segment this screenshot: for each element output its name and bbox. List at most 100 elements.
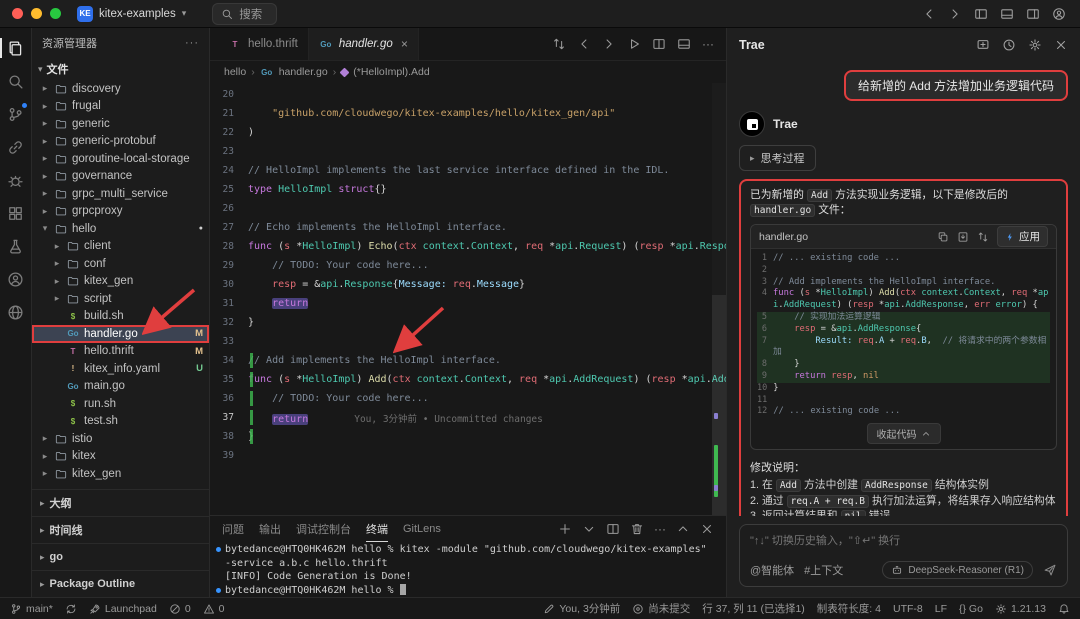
code-editor[interactable]: 2021 "github.com/cloudwego/kitex-example… — [210, 83, 726, 515]
breadcrumb-item[interactable]: (*HelloImpl).Add — [353, 66, 429, 78]
thinking-toggle[interactable]: ▸ 思考过程 — [739, 145, 816, 171]
status-language[interactable]: {} Go — [959, 603, 983, 615]
toggle-panel-icon[interactable] — [1000, 7, 1014, 21]
status-launchpad[interactable]: Launchpad — [89, 603, 157, 615]
tab-handler.go[interactable]: Gohandler.go× — [309, 28, 419, 60]
tree-item-generic[interactable]: ▸generic — [32, 115, 209, 133]
insert-icon[interactable] — [957, 231, 969, 243]
more-icon[interactable]: ··· — [654, 522, 666, 536]
status-errors[interactable]: 0 — [169, 603, 191, 615]
copy-icon[interactable] — [937, 231, 949, 243]
tree-item-hello.thrift[interactable]: Thello.thriftM — [32, 343, 209, 361]
tree-item-hello[interactable]: ▾hello● — [32, 220, 209, 238]
tree-item-kitex_info.yaml[interactable]: !kitex_info.yamlU — [32, 360, 209, 378]
activity-source-control[interactable] — [4, 102, 28, 126]
tree-item-grpcproxy[interactable]: ▸grpcproxy — [32, 203, 209, 221]
panel-tab-GitLens[interactable]: GitLens — [403, 516, 441, 542]
tree-item-grpc_multi_service[interactable]: ▸grpc_multi_service — [32, 185, 209, 203]
section-files[interactable]: ▾ 文件 — [32, 58, 209, 80]
tree-item-conf[interactable]: ▸conf — [32, 255, 209, 273]
breadcrumb-item[interactable]: handler.go — [279, 66, 328, 78]
agent-chip[interactable]: @智能体 — [750, 562, 794, 578]
tree-item-kitex_gen[interactable]: ▸kitex_gen — [32, 465, 209, 483]
project-switcher[interactable]: KE kitex-examples ▾ — [77, 6, 186, 22]
more-actions-icon[interactable]: ··· — [702, 37, 714, 51]
model-selector[interactable]: DeepSeek-Reasoner (R1) — [882, 561, 1033, 579]
close-panel-icon[interactable] — [1054, 38, 1068, 52]
tree-item-goroutine-local-storage[interactable]: ▸goroutine-local-storage — [32, 150, 209, 168]
activity-extensions[interactable] — [4, 201, 28, 225]
zoom-window-button[interactable] — [50, 8, 61, 19]
context-chip[interactable]: #上下文 — [804, 562, 843, 578]
send-icon[interactable] — [1043, 563, 1057, 577]
tree-item-kitex[interactable]: ▸kitex — [32, 448, 209, 466]
forward-icon[interactable] — [602, 37, 616, 51]
activity-testing[interactable] — [4, 234, 28, 258]
account-icon[interactable] — [1052, 7, 1066, 21]
tree-item-handler.go[interactable]: Gohandler.goM — [32, 325, 209, 343]
global-search[interactable]: 搜索 — [212, 3, 277, 25]
tree-item-script[interactable]: ▸script — [32, 290, 209, 308]
panel-tab-输出[interactable]: 输出 — [259, 516, 281, 542]
toggle-sidebar-icon[interactable] — [974, 7, 988, 21]
status-cursor-position[interactable]: 行 37, 列 11 (已选择1) — [702, 601, 805, 616]
settings-icon[interactable] — [1028, 38, 1042, 52]
chat-input[interactable]: "↑↓" 切换历史输入，"⇧↵" 换行 @智能体 #上下文 DeepSeek-R… — [739, 524, 1068, 587]
tree-item-governance[interactable]: ▸governance — [32, 168, 209, 186]
split-editor-icon[interactable] — [652, 37, 666, 51]
status-indent[interactable]: 制表符长度: 4 — [817, 601, 881, 616]
tree-item-test.sh[interactable]: $test.sh — [32, 413, 209, 431]
section-大纲[interactable]: ▸大纲 — [32, 489, 209, 516]
activity-remote[interactable] — [4, 300, 28, 324]
status-branch[interactable]: main* — [10, 603, 53, 615]
tree-item-run.sh[interactable]: $run.sh — [32, 395, 209, 413]
tree-item-kitex_gen[interactable]: ▸kitex_gen — [32, 273, 209, 291]
back-icon[interactable] — [577, 37, 591, 51]
history-back-icon[interactable] — [922, 7, 936, 21]
tree-item-frugal[interactable]: ▸frugal — [32, 98, 209, 116]
status-commit-status[interactable]: 尚未提交 — [632, 601, 690, 616]
activity-references[interactable] — [4, 135, 28, 159]
split-terminal-icon[interactable] — [606, 522, 620, 536]
status-notifications[interactable] — [1058, 603, 1070, 615]
status-eol[interactable]: LF — [935, 603, 947, 615]
apply-button[interactable]: 应用 — [997, 226, 1048, 247]
panel-tab-问题[interactable]: 问题 — [222, 516, 244, 542]
history-icon[interactable] — [1002, 38, 1016, 52]
tree-item-discovery[interactable]: ▸discovery — [32, 80, 209, 98]
maximize-panel-icon[interactable] — [676, 522, 690, 536]
panel-tab-终端[interactable]: 终端 — [366, 516, 388, 542]
activity-run-debug[interactable] — [4, 168, 28, 192]
activity-account[interactable] — [4, 267, 28, 291]
run-icon[interactable] — [627, 37, 641, 51]
status-sync[interactable] — [65, 603, 77, 615]
history-forward-icon[interactable] — [948, 7, 962, 21]
tab-hello.thrift[interactable]: Thello.thrift — [218, 28, 309, 60]
breadcrumb-item[interactable]: hello — [224, 66, 246, 78]
minimize-window-button[interactable] — [31, 8, 42, 19]
section-go[interactable]: ▸go — [32, 543, 209, 570]
section-时间线[interactable]: ▸时间线 — [32, 516, 209, 543]
tree-item-client[interactable]: ▸client — [32, 238, 209, 256]
status-go-version[interactable]: 1.21.13 — [995, 603, 1046, 615]
new-terminal-icon[interactable] — [558, 522, 572, 536]
open-changes-icon[interactable] — [552, 37, 566, 51]
open-diff-icon[interactable] — [977, 231, 989, 243]
close-tab-icon[interactable]: × — [401, 37, 408, 51]
new-chat-icon[interactable] — [976, 38, 990, 52]
terminal[interactable]: bytedance@HTQ0HK462M hello % kitex -modu… — [210, 542, 726, 597]
panel-tab-调试控制台[interactable]: 调试控制台 — [296, 516, 351, 542]
tree-item-build.sh[interactable]: $build.sh — [32, 308, 209, 326]
section-Package Outline[interactable]: ▸Package Outline — [32, 570, 209, 597]
tree-item-generic-protobuf[interactable]: ▸generic-protobuf — [32, 133, 209, 151]
status-encoding[interactable]: UTF-8 — [893, 603, 923, 615]
tree-item-main.go[interactable]: Gomain.go — [32, 378, 209, 396]
activity-explorer[interactable] — [4, 36, 28, 60]
terminal-picker-icon[interactable] — [582, 522, 596, 536]
tree-item-istio[interactable]: ▸istio — [32, 430, 209, 448]
customize-layout-icon[interactable] — [677, 37, 691, 51]
close-window-button[interactable] — [12, 8, 23, 19]
activity-search[interactable] — [4, 69, 28, 93]
editor-scrollbar[interactable] — [712, 83, 726, 515]
collapse-code-button[interactable]: 收起代码 — [867, 423, 941, 444]
